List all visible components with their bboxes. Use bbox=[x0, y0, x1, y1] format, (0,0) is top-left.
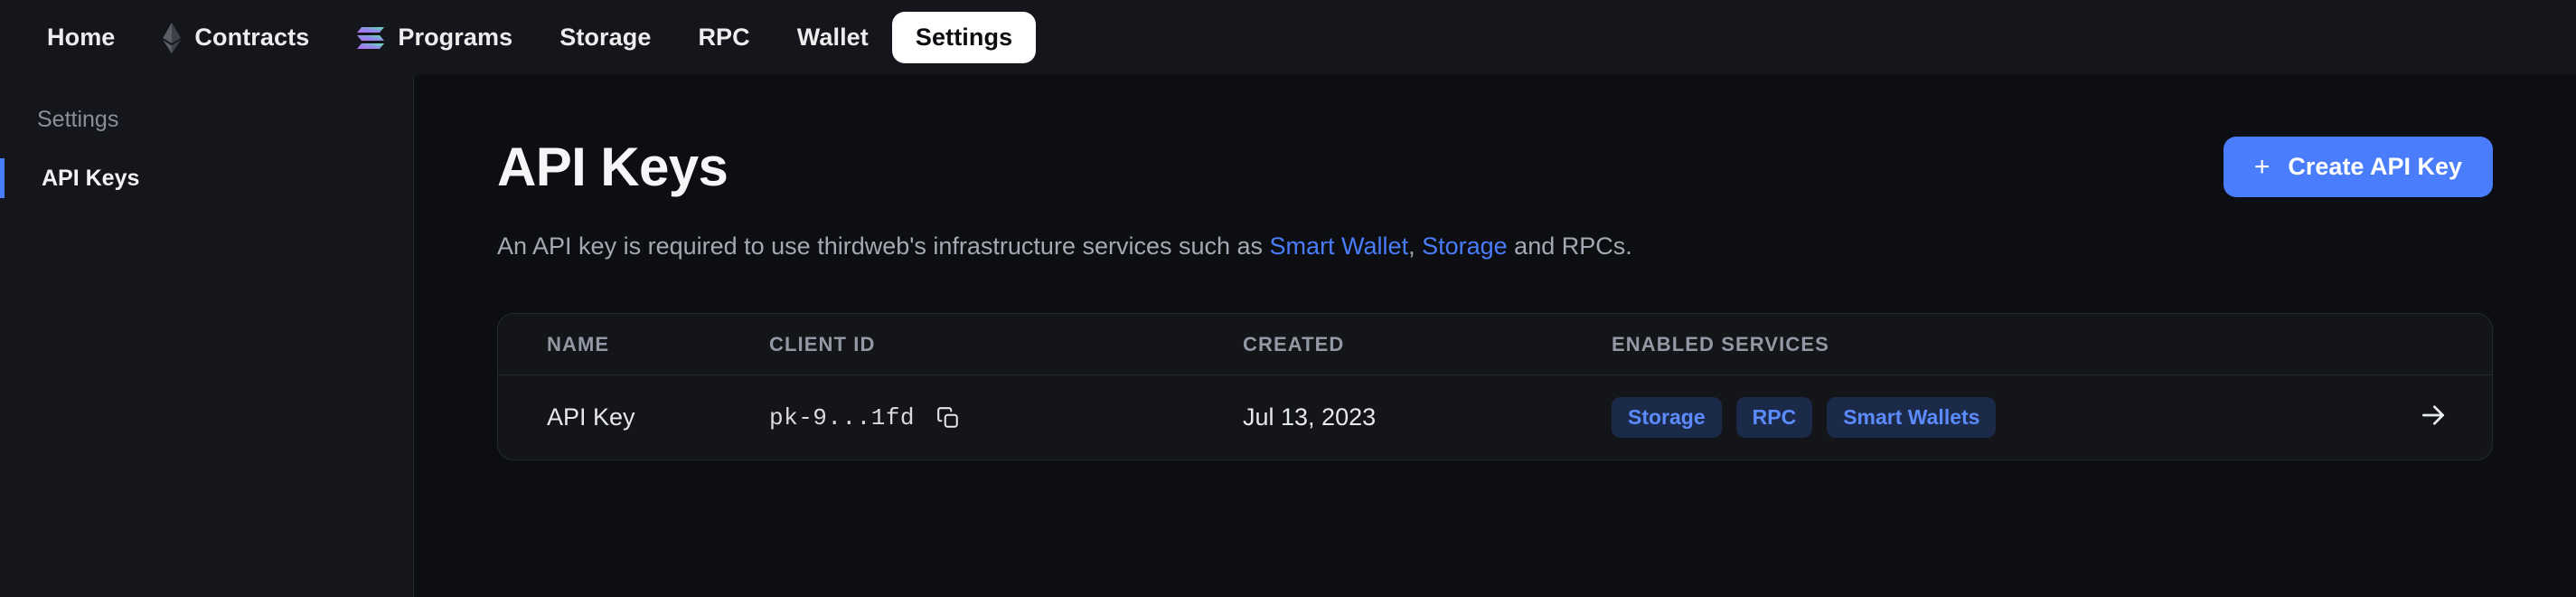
sidebar-item-api-keys[interactable]: API Keys bbox=[0, 158, 413, 198]
cell-name: API Key bbox=[547, 403, 635, 431]
cell-created: Jul 13, 2023 bbox=[1243, 403, 1377, 431]
ethereum-icon bbox=[162, 22, 182, 53]
sidebar-title: Settings bbox=[37, 107, 119, 132]
nav-item-storage[interactable]: Storage bbox=[536, 12, 674, 63]
page-description: An API key is required to use thirdweb's… bbox=[497, 230, 2576, 262]
nav-item-label: RPC bbox=[698, 24, 750, 51]
storage-link[interactable]: Storage bbox=[1422, 232, 1508, 260]
nav-item-label: Contracts bbox=[194, 24, 310, 51]
column-header-enabled-services: ENABLED SERVICES bbox=[1612, 332, 1829, 355]
plus-icon: + bbox=[2253, 151, 2270, 182]
top-navigation-bar: Home Contracts Programs Storage RPC Wall… bbox=[0, 0, 2576, 75]
nav-item-label: Wallet bbox=[796, 24, 869, 51]
table-header-row: NAME CLIENT ID CREATED ENABLED SERVICES bbox=[498, 314, 2492, 376]
nav-item-contracts[interactable]: Contracts bbox=[138, 11, 333, 65]
nav-item-rpc[interactable]: RPC bbox=[674, 12, 773, 63]
main-content: API Keys + Create API Key An API key is … bbox=[414, 75, 2576, 597]
service-badge-storage: Storage bbox=[1612, 397, 1722, 439]
settings-sidebar: Settings API Keys bbox=[0, 75, 414, 597]
copy-icon[interactable] bbox=[936, 406, 960, 430]
api-keys-table: NAME CLIENT ID CREATED ENABLED SERVICES … bbox=[497, 313, 2493, 461]
cell-enabled-services: Storage RPC Smart Wallets bbox=[1612, 397, 2374, 439]
page-shell: Settings API Keys API Keys + Create API … bbox=[0, 75, 2576, 597]
smart-wallet-link[interactable]: Smart Wallet bbox=[1270, 232, 1409, 260]
description-text-start: An API key is required to use thirdweb's… bbox=[497, 232, 1270, 260]
page-header: API Keys + Create API Key bbox=[497, 137, 2576, 197]
table-row[interactable]: API Key pk-9...1fd Jul 13, 2023 Storage … bbox=[498, 375, 2492, 460]
sidebar-item-label: API Keys bbox=[42, 165, 140, 191]
nav-item-programs[interactable]: Programs bbox=[333, 12, 536, 63]
service-badge-rpc: RPC bbox=[1735, 397, 1813, 439]
create-api-key-label: Create API Key bbox=[2288, 153, 2462, 180]
nav-item-settings[interactable]: Settings bbox=[891, 12, 1037, 63]
description-separator: , bbox=[1408, 232, 1423, 260]
column-header-client-id: CLIENT ID bbox=[769, 332, 876, 355]
nav-item-wallet[interactable]: Wallet bbox=[774, 12, 892, 63]
nav-item-home[interactable]: Home bbox=[24, 12, 138, 63]
description-text-end: and RPCs. bbox=[1507, 232, 1632, 260]
solana-icon bbox=[356, 26, 385, 50]
cell-client-id: pk-9...1fd bbox=[769, 404, 1243, 431]
nav-item-label: Storage bbox=[559, 24, 652, 51]
arrow-right-icon bbox=[2419, 401, 2448, 434]
column-header-name: NAME bbox=[547, 332, 610, 355]
nav-item-label: Settings bbox=[915, 24, 1013, 51]
nav-item-label: Programs bbox=[398, 24, 513, 51]
client-id-value: pk-9...1fd bbox=[769, 403, 916, 431]
service-badge-smart-wallets: Smart Wallets bbox=[1827, 397, 1997, 439]
page-title: API Keys bbox=[497, 137, 729, 197]
column-header-created: CREATED bbox=[1243, 332, 1345, 355]
row-arrow-button[interactable] bbox=[2374, 401, 2492, 434]
nav-item-label: Home bbox=[47, 24, 116, 51]
create-api-key-button[interactable]: + Create API Key bbox=[2223, 137, 2493, 197]
